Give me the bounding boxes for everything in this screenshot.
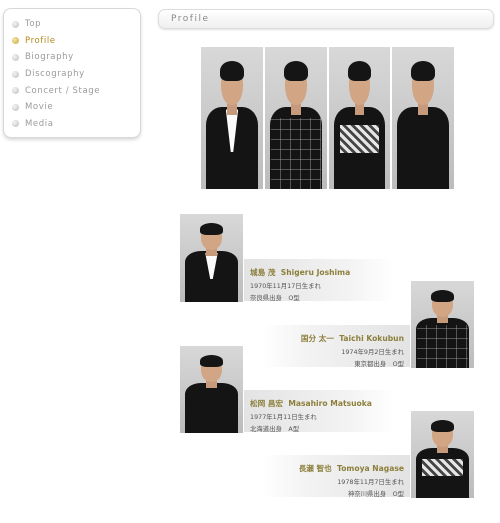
member-name-jp: 国分 太一 (300, 334, 334, 343)
nav-item-movie[interactable]: Movie (12, 99, 140, 116)
bullet-icon (12, 70, 19, 78)
member-name-jp: 城島 茂 (250, 268, 276, 277)
member-name-en: Shigeru Joshima (280, 268, 351, 277)
group-photo-member-2 (265, 47, 327, 189)
group-photo (201, 47, 454, 189)
member-origin: 奈良県出身 O型 (250, 294, 300, 302)
nav-label: Concert / Stage (25, 85, 101, 96)
member-info-joshima: 城島 茂 Shigeru Joshima 1970年11月17日生まれ 奈良県出… (244, 259, 394, 302)
nav-item-media[interactable]: Media (12, 116, 140, 133)
bullet-icon (12, 87, 19, 95)
member-info-kokubun: 国分 太一 Taichi Kokubun 1974年9月2日生まれ 東京都出身 … (262, 325, 410, 368)
nav-item-concert-stage[interactable]: Concert / Stage (12, 82, 140, 99)
member-photo-nagase[interactable] (411, 411, 474, 498)
bullet-icon (12, 53, 19, 61)
nav-label: Movie (25, 102, 54, 113)
group-photo-member-4 (392, 47, 454, 189)
member-photo-matsuoka[interactable] (180, 346, 243, 433)
member-name-en: Masahiro Matsuoka (288, 399, 372, 408)
member-name-jp: 長瀬 智也 (298, 464, 332, 473)
member-birth: 1978年11月7日生まれ (337, 478, 404, 486)
nav-item-profile[interactable]: Profile (12, 33, 140, 50)
bullet-icon (12, 103, 19, 111)
member-info-nagase: 長瀬 智也 Tomoya Nagase 1978年11月7日生まれ 神奈川県出身… (262, 455, 410, 498)
nav-item-biography[interactable]: Biography (12, 49, 140, 66)
member-info-matsuoka: 松岡 昌宏 Masahiro Matsuoka 1977年1月11日生まれ 北海… (244, 390, 394, 433)
bullet-icon (12, 37, 19, 45)
member-origin: 北海道出身 A型 (250, 425, 300, 433)
nav-label: Profile (25, 35, 56, 46)
member-name: 松岡 昌宏 Masahiro Matsuoka (250, 398, 394, 409)
member-name-en: Taichi Kokubun (339, 334, 404, 343)
member-birth: 1974年9月2日生まれ (341, 348, 404, 356)
group-photo-member-3 (329, 47, 390, 189)
member-name-en: Tomoya Nagase (337, 464, 404, 473)
member-name: 長瀬 智也 Tomoya Nagase (262, 463, 404, 474)
group-photo-member-1 (201, 47, 263, 189)
nav-label: Media (25, 118, 54, 129)
member-name: 国分 太一 Taichi Kokubun (262, 333, 404, 344)
member-origin: 神奈川県出身 O型 (347, 490, 404, 498)
member-name: 城島 茂 Shigeru Joshima (250, 267, 394, 278)
bullet-icon (12, 20, 19, 28)
nav-item-top[interactable]: Top (12, 16, 140, 33)
nav-label: Top (25, 19, 42, 30)
member-photo-kokubun[interactable] (411, 281, 474, 368)
nav-label: Discography (25, 69, 85, 80)
member-origin: 東京都出身 O型 (354, 360, 404, 368)
member-name-jp: 松岡 昌宏 (250, 399, 284, 408)
sidebar-nav: Top Profile Biography Discography Concer… (3, 8, 141, 138)
member-birth: 1970年11月17日生まれ (250, 282, 321, 290)
nav-label: Biography (25, 52, 74, 63)
member-photo-joshima[interactable] (180, 214, 243, 302)
nav-item-discography[interactable]: Discography (12, 66, 140, 83)
member-birth: 1977年1月11日生まれ (250, 413, 317, 421)
page-title: Profile (171, 14, 210, 24)
page-header: Profile (158, 9, 494, 29)
bullet-icon (12, 120, 19, 128)
